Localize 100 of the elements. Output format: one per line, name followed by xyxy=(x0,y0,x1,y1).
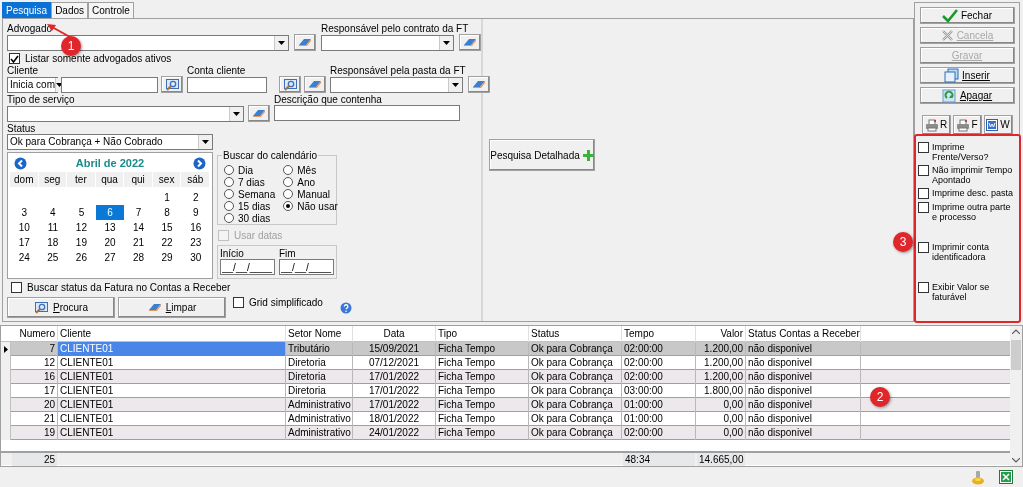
calendar-day[interactable]: 17 xyxy=(10,235,39,250)
radio-button[interactable] xyxy=(283,201,294,211)
field-label: Início xyxy=(220,248,244,259)
tab[interactable]: Controle xyxy=(88,2,134,18)
calendar-day[interactable]: 29 xyxy=(152,250,182,265)
side-button[interactable]: Inserir xyxy=(919,67,1015,84)
dropdown[interactable] xyxy=(330,76,463,93)
checkbox[interactable] xyxy=(918,142,929,153)
dropdown[interactable] xyxy=(7,34,289,51)
radio-button[interactable] xyxy=(224,189,234,199)
eraser-button[interactable] xyxy=(294,34,316,51)
print-button[interactable]: F xyxy=(952,115,982,135)
calendar-day[interactable]: 30 xyxy=(181,250,210,265)
calendar-day[interactable]: 16 xyxy=(181,220,210,235)
calendar-day[interactable]: 27 xyxy=(95,250,125,265)
search-button[interactable] xyxy=(279,76,301,93)
help-icon xyxy=(339,301,352,314)
table-row[interactable]: 21 CLIENTE01 Administrativo 18/01/2022 Ficha Tempo Ok para Cobrança 01:00:00 0,00 não disponivel xyxy=(1,412,1010,426)
search-button[interactable] xyxy=(161,76,183,93)
calendar-day[interactable]: 9 xyxy=(181,205,210,220)
scroll-down-icon xyxy=(1012,458,1020,463)
calendar-day[interactable]: 3 xyxy=(10,205,39,220)
radio-button[interactable] xyxy=(224,213,234,223)
action-button[interactable]: Procura xyxy=(7,297,115,318)
tab[interactable]: Pesquisa xyxy=(2,2,52,18)
checkbox[interactable] xyxy=(918,202,929,213)
scrollbar-thumb[interactable] xyxy=(1011,340,1021,370)
date-field[interactable]: __/__/____ xyxy=(279,259,334,275)
group-title: Buscar do calendário xyxy=(222,150,318,161)
side-button[interactable]: Apagar xyxy=(919,87,1015,104)
checkbox[interactable] xyxy=(9,53,20,64)
table-cell: CLIENTE01 xyxy=(58,426,286,440)
checkbox-label: Imprime outra parte e processo xyxy=(932,202,1012,222)
calendar-day[interactable]: 26 xyxy=(67,250,96,265)
calendar-day[interactable]: 22 xyxy=(152,235,182,250)
tab[interactable]: Dados xyxy=(51,2,89,18)
calendar-day[interactable]: 19 xyxy=(67,235,96,250)
search-button[interactable]: Pesquisa Detalhada xyxy=(489,139,595,171)
calendar-day[interactable]: 10 xyxy=(10,220,39,235)
calendar-day[interactable]: 12 xyxy=(67,220,96,235)
calendar-day[interactable]: 6 xyxy=(95,205,125,220)
arrow-right-icon xyxy=(193,156,206,170)
caret-icon xyxy=(443,40,450,45)
calendar-day[interactable]: 24 xyxy=(10,250,39,265)
calendar-day[interactable]: 1 xyxy=(152,190,182,205)
text-field[interactable] xyxy=(187,76,267,93)
text-field[interactable] xyxy=(274,105,460,121)
side-button[interactable]: Fechar xyxy=(919,7,1015,24)
table-row[interactable]: 16 CLIENTE01 Diretoria 17/01/2022 Ficha Tempo Ok para Cobrança 02:00:00 1.200,00 não disponivel xyxy=(1,370,1010,384)
dropdown[interactable]: Ok para Cobrança + Não Cobrado xyxy=(7,134,213,150)
calendar-day[interactable]: 28 xyxy=(124,250,153,265)
radio-button[interactable] xyxy=(283,177,294,187)
table-cell: 0,00 xyxy=(696,426,746,440)
radio-button[interactable] xyxy=(224,201,234,211)
calendar-day[interactable]: 20 xyxy=(95,235,125,250)
eraser-button[interactable] xyxy=(459,34,481,51)
radio-button[interactable] xyxy=(283,165,294,175)
checkbox[interactable] xyxy=(233,297,244,308)
calendar-day[interactable]: 13 xyxy=(95,220,125,235)
calendar-day[interactable]: 14 xyxy=(124,220,153,235)
table-row[interactable]: 19 CLIENTE01 Administrativo 24/01/2022 Ficha Tempo Ok para Cobrança 02:00:00 0,00 não disponivel xyxy=(1,426,1010,440)
calendar-day[interactable]: 15 xyxy=(152,220,182,235)
radio-button[interactable] xyxy=(224,165,234,175)
calendar-day[interactable]: 5 xyxy=(67,205,96,220)
calendar-day[interactable]: 18 xyxy=(38,235,68,250)
print-button[interactable]: W xyxy=(983,115,1013,135)
calendar-day[interactable]: 4 xyxy=(38,205,68,220)
spreadsheet-icon xyxy=(999,470,1013,484)
radio-button[interactable] xyxy=(283,189,294,199)
checkbox[interactable] xyxy=(918,282,929,293)
field-label: Tipo de serviço xyxy=(7,94,75,105)
calendar-day[interactable]: 21 xyxy=(124,235,153,250)
caret-icon xyxy=(452,82,459,87)
dropdown[interactable] xyxy=(321,34,454,51)
dropdown[interactable] xyxy=(7,105,244,122)
calendar-day[interactable]: 23 xyxy=(181,235,210,250)
row-header[interactable] xyxy=(1,342,11,356)
calendar-day[interactable]: 8 xyxy=(152,205,182,220)
calendar-day[interactable]: 11 xyxy=(38,220,68,235)
eraser-button[interactable] xyxy=(468,76,490,93)
checkbox-label: Buscar status da Fatura no Contas a Receber xyxy=(27,282,231,293)
checkbox[interactable] xyxy=(918,242,929,253)
weekday-header: ter xyxy=(67,172,96,187)
date-field[interactable]: __/__/____ xyxy=(220,259,275,275)
action-button[interactable]: Limpar xyxy=(118,297,226,318)
radio-label: 7 dias xyxy=(238,175,265,190)
table-row[interactable]: 7 CLIENTE01 Tributário 15/09/2021 Ficha Tempo Ok para Cobrança 02:00:00 1.200,00 não disponivel xyxy=(1,342,1010,356)
eraser-button[interactable] xyxy=(304,76,326,93)
checkbox[interactable] xyxy=(918,188,929,199)
checkbox[interactable] xyxy=(918,165,929,176)
text-field[interactable] xyxy=(61,76,158,93)
radio-button[interactable] xyxy=(224,177,234,187)
print-button[interactable]: R xyxy=(921,115,951,135)
close-icon xyxy=(940,29,954,42)
calendar-day[interactable]: 7 xyxy=(124,205,153,220)
checkbox[interactable] xyxy=(11,282,22,293)
calendar-day[interactable]: 25 xyxy=(38,250,68,265)
calendar-day[interactable]: 2 xyxy=(181,190,210,205)
table-row[interactable]: 12 CLIENTE01 Diretoria 07/12/2021 Ficha Tempo Ok para Cobrança 02:00:00 1.200,00 não disponivel xyxy=(1,356,1010,370)
eraser-button[interactable] xyxy=(248,105,270,122)
